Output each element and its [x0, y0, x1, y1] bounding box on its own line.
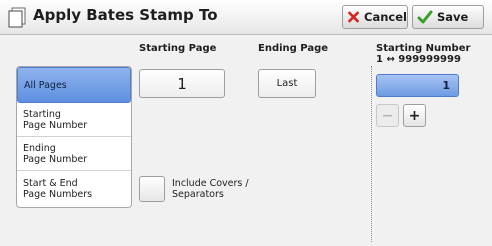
- column-divider: [371, 66, 372, 242]
- option-label: All Pages: [24, 79, 67, 91]
- option-label: Starting: [23, 108, 61, 120]
- starting-number-range: 1 ↔ 999999999: [376, 54, 461, 65]
- checkmark-icon: [417, 10, 433, 24]
- decrement-button[interactable]: −: [376, 104, 399, 127]
- include-covers-label-line2: Separators: [172, 189, 224, 200]
- cancel-label: Cancel: [364, 10, 407, 24]
- page-range-list: All Pages Starting Page Number Ending Pa…: [16, 66, 132, 208]
- include-covers-label: Include Covers / Separators: [172, 178, 249, 200]
- option-ending-page-number[interactable]: Ending Page Number: [17, 137, 131, 171]
- option-label: Page Numbers: [23, 189, 93, 200]
- option-label: Ending: [23, 142, 56, 154]
- ending-page-field[interactable]: Last: [258, 69, 316, 98]
- increment-button[interactable]: +: [403, 104, 426, 127]
- starting-page-label: Starting Page: [139, 43, 217, 54]
- close-icon: [348, 11, 359, 23]
- document-stack-icon: [8, 7, 26, 28]
- option-all-pages[interactable]: All Pages: [17, 67, 131, 103]
- option-label: Start & End: [23, 178, 78, 189]
- ending-page-label: Ending Page: [258, 43, 329, 54]
- include-covers-label-line1: Include Covers /: [172, 178, 249, 189]
- screen: Apply Bates Stamp To Cancel Save Startin…: [0, 0, 492, 246]
- option-starting-page-number[interactable]: Starting Page Number: [17, 103, 131, 137]
- cancel-button[interactable]: Cancel: [342, 5, 408, 29]
- header-bar: Apply Bates Stamp To Cancel Save: [0, 0, 492, 35]
- starting-page-field[interactable]: 1: [139, 69, 225, 98]
- save-button[interactable]: Save: [412, 5, 484, 29]
- include-covers-checkbox[interactable]: [139, 176, 165, 202]
- starting-number-field[interactable]: 1: [376, 74, 459, 97]
- option-start-end-page-numbers[interactable]: Start & End Page Numbers: [17, 171, 131, 207]
- page-title: Apply Bates Stamp To: [33, 6, 218, 24]
- option-label: Page Number: [23, 153, 88, 165]
- option-label: Page Number: [23, 119, 88, 131]
- save-label: Save: [437, 10, 469, 24]
